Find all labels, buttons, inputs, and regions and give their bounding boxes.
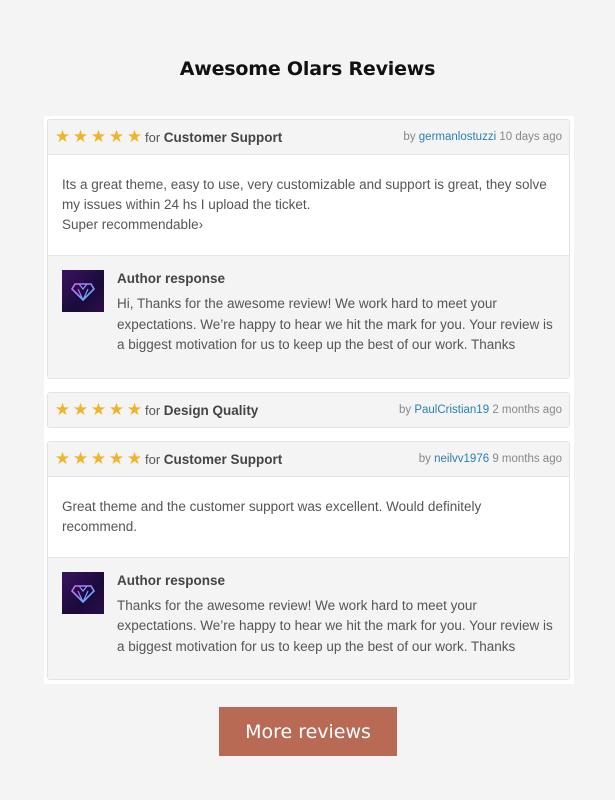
review-text: Its a great theme, easy to use, very cus…	[62, 177, 547, 212]
star-icon: ★	[90, 448, 107, 469]
diamond-logo-icon	[71, 283, 95, 301]
for-label: for	[145, 130, 161, 145]
star-icon: ★	[126, 399, 143, 420]
review-body: Its a great theme, easy to use, very cus…	[48, 155, 569, 255]
star-icon: ★	[54, 127, 71, 147]
star-rating: ★ ★ ★ ★ ★	[54, 128, 143, 146]
author-avatar	[62, 270, 104, 312]
response-text: Thanks for the awesome review! We work h…	[117, 597, 553, 654]
star-icon: ★	[72, 399, 89, 420]
response-content: Author response Thanks for the awesome r…	[117, 572, 555, 658]
review-header: ★ ★ ★ ★ ★ for Customer Support by german…	[48, 120, 569, 155]
review-byline: by neilvv1976 9 months ago	[419, 453, 562, 465]
review-byline: by PaulCristian19 2 months ago	[399, 404, 562, 416]
star-icon: ★	[108, 399, 125, 420]
response-content: Author response Hi, Thanks for the aweso…	[117, 270, 555, 356]
review-card: ★ ★ ★ ★ ★ for Design Quality by PaulCris…	[47, 391, 570, 428]
diamond-logo-icon	[71, 584, 95, 603]
review-card: ★ ★ ★ ★ ★ for Customer Support by neilvv…	[47, 440, 570, 680]
by-label: by	[403, 131, 416, 143]
review-category: Customer Support	[163, 130, 283, 145]
review-category-line: for Customer Support	[145, 130, 282, 145]
review-author-link[interactable]: neilvv1976	[434, 453, 489, 465]
for-label: for	[145, 402, 161, 418]
reviews-page: Awesome Olars Reviews ★ ★ ★ ★ ★ for Cust…	[0, 0, 615, 800]
more-reviews-button[interactable]: More reviews	[219, 707, 397, 756]
author-response: Author response Thanks for the awesome r…	[48, 556, 569, 679]
star-icon: ★	[126, 448, 143, 469]
star-icon: ★	[108, 127, 125, 147]
review-header: ★ ★ ★ ★ ★ for Customer Support by neilvv…	[48, 441, 569, 477]
star-icon: ★	[126, 127, 143, 147]
reviews-list[interactable]: ★ ★ ★ ★ ★ for Customer Support by german…	[44, 116, 574, 684]
star-rating: ★ ★ ★ ★ ★	[54, 401, 143, 419]
response-title: Author response	[117, 271, 226, 286]
review-author-link[interactable]: germanlostuzzi	[419, 131, 496, 143]
review-category-line: for Customer Support	[145, 452, 282, 467]
author-avatar	[62, 571, 104, 614]
by-label: by	[418, 452, 431, 465]
star-icon: ★	[108, 448, 125, 469]
review-body: Great theme and the customer support was…	[48, 476, 569, 557]
review-text: Great theme and the customer support was…	[62, 498, 482, 534]
star-rating: ★ ★ ★ ★ ★	[54, 450, 143, 468]
review-text: Super recommendable›	[62, 217, 204, 232]
star-icon: ★	[90, 399, 107, 420]
review-time: 2 months ago	[492, 403, 562, 416]
star-icon: ★	[72, 127, 89, 147]
review-time: 9 months ago	[492, 452, 562, 465]
author-response: Author response Hi, Thanks for the aweso…	[48, 255, 569, 378]
star-icon: ★	[72, 448, 89, 469]
by-label: by	[398, 403, 412, 416]
review-category: Design Quality	[163, 402, 259, 418]
for-label: for	[145, 451, 161, 467]
review-card: ★ ★ ★ ★ ★ for Customer Support by german…	[47, 119, 570, 379]
review-header: ★ ★ ★ ★ ★ for Design Quality by PaulCris…	[48, 392, 569, 427]
response-title: Author response	[117, 572, 226, 588]
review-time: 10 days ago	[499, 131, 562, 143]
response-text: Hi, Thanks for the awesome review! We wo…	[117, 296, 553, 352]
page-title: Awesome Olars Reviews	[179, 58, 436, 80]
review-category-line: for Design Quality	[145, 403, 258, 418]
star-icon: ★	[90, 127, 107, 147]
star-icon: ★	[54, 448, 71, 469]
review-author-link[interactable]: PaulCristian19	[414, 404, 489, 416]
review-category: Customer Support	[163, 451, 283, 467]
star-icon: ★	[54, 399, 71, 420]
review-byline: by germanlostuzzi 10 days ago	[403, 131, 562, 143]
